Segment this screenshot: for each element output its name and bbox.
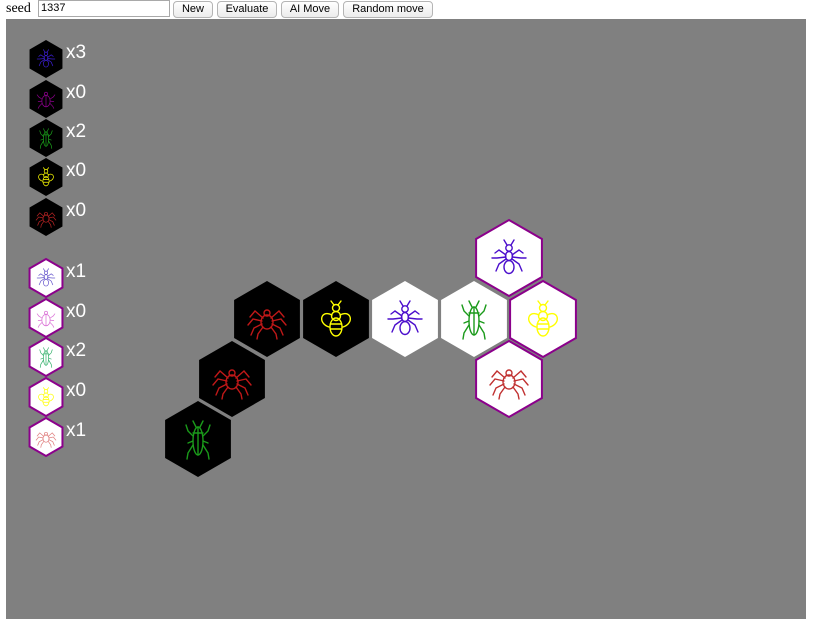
- toolbar: seed New Evaluate AI Move Random move: [0, 0, 820, 19]
- seed-label: seed: [6, 1, 31, 16]
- board-white-ant-hex[interactable]: [475, 218, 543, 298]
- reserve-white-ant-hex[interactable]: [28, 257, 64, 299]
- board-black-spider[interactable]: [199, 341, 265, 417]
- reserve-black-ant-hex[interactable]: [29, 40, 63, 78]
- board-white-queen-hex[interactable]: [509, 279, 577, 359]
- board-white-ant[interactable]: [475, 218, 543, 298]
- game-board[interactable]: x3 x0 x2 x0 x0 x1 x0 x2 x0 x1: [6, 19, 806, 619]
- reserve-white-count: x1: [66, 420, 86, 441]
- reserve-white-grasshopper[interactable]: [28, 336, 64, 378]
- reserve-black-count: x0: [66, 82, 86, 103]
- reserve-white-queen-hex[interactable]: [28, 376, 64, 418]
- reserve-white-ant[interactable]: [28, 257, 64, 299]
- reserve-white-spider[interactable]: [28, 416, 64, 458]
- random-move-button[interactable]: Random move: [343, 1, 433, 18]
- reserve-black-count: x0: [66, 160, 86, 181]
- reserve-black-spider-hex[interactable]: [29, 198, 63, 236]
- board-white-ant-hex[interactable]: [372, 281, 438, 357]
- reserve-white-spider-hex[interactable]: [28, 416, 64, 458]
- board-white-spider[interactable]: [475, 339, 543, 419]
- reserve-white-count: x0: [66, 380, 86, 401]
- evaluate-button[interactable]: Evaluate: [217, 1, 277, 18]
- board-black-queen[interactable]: [303, 281, 369, 357]
- board-canvas[interactable]: x3 x0 x2 x0 x0 x1 x0 x2 x0 x1: [6, 19, 806, 619]
- reserve-white-count: x1: [66, 261, 86, 282]
- board-black-spider[interactable]: [234, 281, 300, 357]
- new-game-button[interactable]: New: [173, 1, 213, 18]
- reserve-black-beetle[interactable]: [29, 80, 63, 118]
- seed-input[interactable]: [38, 0, 170, 17]
- reserve-white-beetle[interactable]: [28, 297, 64, 339]
- board-white-spider-hex[interactable]: [475, 339, 543, 419]
- reserve-black-count: x3: [66, 42, 86, 63]
- reserve-black-queen[interactable]: [29, 158, 63, 196]
- board-black-grasshopper[interactable]: [165, 401, 231, 477]
- board-black-spider-hex[interactable]: [234, 281, 300, 357]
- reserve-black-queen-hex[interactable]: [29, 158, 63, 196]
- ai-move-button[interactable]: AI Move: [281, 1, 339, 18]
- board-white-ant[interactable]: [372, 281, 438, 357]
- board-white-grasshopper[interactable]: [441, 281, 507, 357]
- board-black-spider-hex[interactable]: [199, 341, 265, 417]
- board-black-queen-hex[interactable]: [303, 281, 369, 357]
- reserve-black-count: x2: [66, 121, 86, 142]
- board-white-queen[interactable]: [509, 279, 577, 359]
- reserve-black-ant[interactable]: [29, 40, 63, 78]
- reserve-black-grasshopper[interactable]: [29, 119, 63, 157]
- reserve-white-count: x0: [66, 301, 86, 322]
- reserve-black-count: x0: [66, 200, 86, 221]
- reserve-black-spider[interactable]: [29, 198, 63, 236]
- reserve-white-count: x2: [66, 340, 86, 361]
- reserve-white-queen[interactable]: [28, 376, 64, 418]
